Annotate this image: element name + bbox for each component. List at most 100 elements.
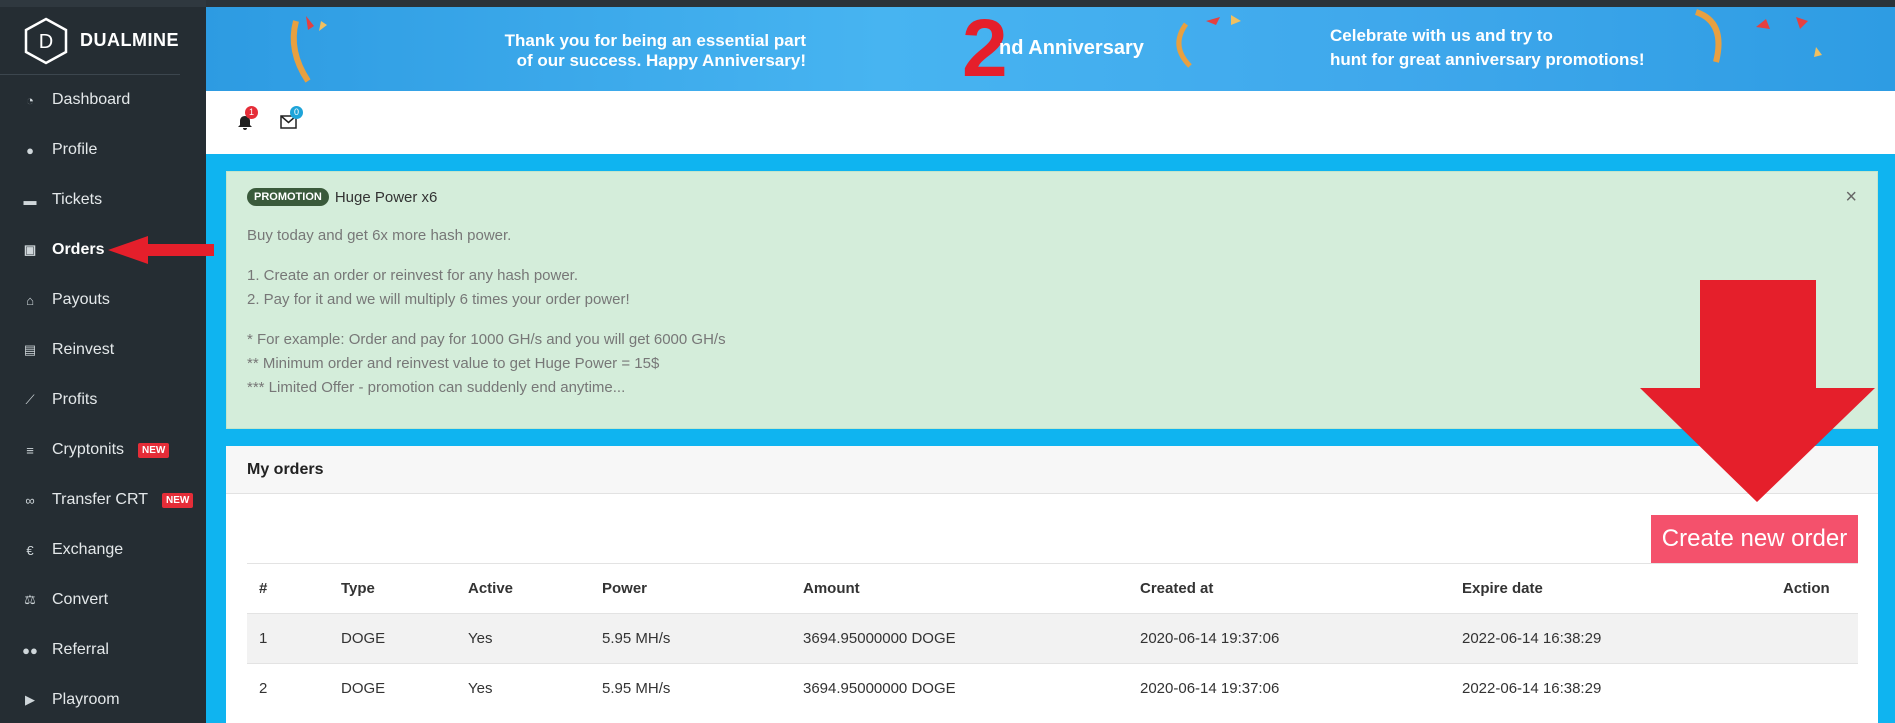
column-header[interactable]: Active (456, 563, 590, 614)
top-header: 1 0 (206, 91, 1895, 154)
brand-logo[interactable]: D DUALMINE (0, 7, 180, 75)
sidebar-item-label: Cryptonits (52, 441, 125, 458)
sidebar-item-label: Playroom (52, 691, 120, 708)
my-orders-panel: My orders Create new order # Type Active Po… (226, 446, 1878, 723)
sidebar-item-referral[interactable]: ●● Referral (0, 625, 206, 675)
column-header[interactable]: Expire date (1450, 563, 1771, 614)
table-cell: 2 (247, 663, 329, 714)
sidebar-item-label: Orders (52, 241, 105, 258)
confetti-center-icon (1176, 15, 1241, 68)
column-header[interactable]: # (247, 563, 329, 614)
euro-icon: € (26, 542, 34, 558)
logo-letter: D (39, 31, 53, 53)
sidebar-item-profile[interactable]: ● Profile (0, 125, 206, 175)
table-cell: DOGE (329, 613, 456, 664)
sidebar-item-playroom[interactable]: ▶ Playroom (0, 675, 206, 723)
sidebar-item-tickets[interactable]: ▬ Tickets (0, 175, 206, 225)
column-header[interactable]: Created at (1128, 563, 1450, 614)
column-header[interactable]: Power (590, 563, 791, 614)
promotion-tag: PROMOTION (247, 188, 329, 206)
table-cell: 2022-06-14 16:38:29 (1450, 663, 1771, 714)
money-icon: ▣ (23, 242, 37, 257)
sidebar-item-label: Profits (52, 391, 98, 408)
promotion-header: PROMOTION Huge Power x6 (247, 188, 437, 206)
banner-right-line-2: hunt for great anniversary promotions! (1330, 50, 1645, 69)
sidebar-item-label: Dashboard (52, 91, 131, 108)
promotion-alert: PROMOTION Huge Power x6 × Buy today and … (226, 171, 1878, 429)
bank-icon: ⌂ (26, 292, 34, 308)
logo-hexagon-icon: D (22, 16, 70, 66)
banner-right-text: Celebrate with us and try to hunt for gr… (1330, 24, 1645, 72)
play-icon: ▶ (25, 692, 35, 707)
table-cell: 5.95 MH/s (590, 613, 791, 664)
table-cell: 3694.95000000 DOGE (791, 663, 1128, 714)
sidebar-nav: ◔ Dashboard ● Profile ▬ Tickets ▣ Orders ⌂ Payout… (0, 75, 206, 723)
promotion-line: 1. Create an order or reinvest for any h… (247, 267, 579, 284)
ticket-icon: ▬ (23, 192, 37, 208)
sidebar-item-label: Profile (52, 141, 98, 158)
table-body: 1 DOGE Yes 5.95 MH/s 3694.95000000 DOGE 2020-… (247, 613, 1858, 714)
banner-left-line-1: Thank you for being an essential part (504, 31, 806, 50)
sidebar-item-payouts[interactable]: ⌂ Payouts (0, 275, 206, 325)
table-cell: 3694.95000000 DOGE (791, 613, 1128, 664)
table-cell: Yes (456, 663, 590, 714)
sidebar-item-exchange[interactable]: € Exchange (0, 525, 206, 575)
table-cell: DOGE (329, 663, 456, 714)
sidebar-item-transfer-crt[interactable]: ∞ Transfer CRT NEW (0, 475, 206, 525)
new-badge: NEW (138, 442, 170, 458)
sidebar-item-label: Transfer CRT (52, 491, 149, 508)
anniversary-banner[interactable]: Thank you for being an essential part of… (206, 7, 1895, 91)
new-badge: NEW (162, 492, 194, 508)
table-row[interactable]: 1 DOGE Yes 5.95 MH/s 3694.95000000 DOGE 2020-… (247, 613, 1858, 664)
table-row[interactable]: 2 DOGE Yes 5.95 MH/s 3694.95000000 DOGE 2020-… (247, 663, 1858, 714)
sidebar-item-cryptonits[interactable]: ≡ Cryptonits NEW (0, 425, 206, 475)
table-cell: Yes (456, 613, 590, 664)
promotion-title: Huge Power x6 (334, 188, 438, 206)
orders-table: # Type Active Power Amount Created at Expire d… (247, 563, 1858, 714)
banner-right-line-1: Celebrate with us and try to (1330, 26, 1553, 45)
table-cell: 1 (247, 613, 329, 664)
sidebar-item-dashboard[interactable]: ◔ Dashboard (0, 75, 206, 125)
confetti-right-icon (1694, 9, 1822, 63)
cash-icon: ▤ (23, 342, 37, 357)
table-cell: 2020-06-14 19:37:06 (1128, 613, 1450, 664)
sidebar-item-reinvest[interactable]: ▤ Reinvest (0, 325, 206, 375)
table-cell (1771, 663, 1858, 714)
link-icon: ∞ (25, 492, 35, 508)
notifications-bell-icon[interactable]: 1 (237, 106, 259, 136)
notifications-count-badge: 1 (245, 106, 259, 119)
messages-envelope-icon[interactable]: 0 (280, 106, 304, 134)
sidebar-item-profits[interactable]: ⟋ Profits (0, 375, 206, 425)
banner-anniversary-label: nd Anniversary (999, 37, 1144, 59)
banner-left-text: Thank you for being an essential part of… (476, 31, 806, 71)
sidebar-item-label: Convert (52, 591, 109, 608)
confetti-left-icon (290, 16, 327, 83)
users-icon: ●● (22, 642, 38, 658)
sidebar-top-stripe (0, 0, 206, 7)
user-icon: ● (26, 142, 34, 158)
table-cell: 5.95 MH/s (590, 663, 791, 714)
sidebar: D DUALMINE ◔ Dashboard ● Profile ▬ Tickets ▣ Or… (0, 0, 206, 723)
big-red-down-arrow-annotation-icon (1640, 280, 1875, 502)
create-new-order-button[interactable]: Create new order (1651, 515, 1858, 563)
sidebar-item-label: Exchange (52, 541, 124, 558)
table-cell (1771, 613, 1858, 664)
column-header[interactable]: Action (1771, 563, 1858, 614)
promotion-line: ** Minimum order and reinvest value to g… (247, 355, 660, 372)
panel-title: My orders (226, 446, 1878, 494)
sidebar-item-label: Payouts (52, 291, 110, 308)
table-cell: 2020-06-14 19:37:06 (1128, 663, 1450, 714)
sidebar-item-label: Tickets (52, 191, 103, 208)
red-arrow-annotation-icon (108, 236, 214, 264)
column-header[interactable]: Type (329, 563, 456, 614)
coins-icon: ≡ (26, 442, 34, 458)
top-bar (0, 0, 1895, 7)
promotion-line: Buy today and get 6x more hash power. (247, 227, 512, 244)
sidebar-item-convert[interactable]: ⚖ Convert (0, 575, 206, 625)
sidebar-item-label: Referral (52, 641, 109, 658)
column-header[interactable]: Amount (791, 563, 1128, 614)
chart-icon: ⟋ (25, 392, 35, 407)
dashboard-icon: ◔ (26, 92, 34, 108)
messages-count-badge: 0 (290, 106, 304, 119)
close-icon[interactable]: × (1845, 186, 1857, 209)
